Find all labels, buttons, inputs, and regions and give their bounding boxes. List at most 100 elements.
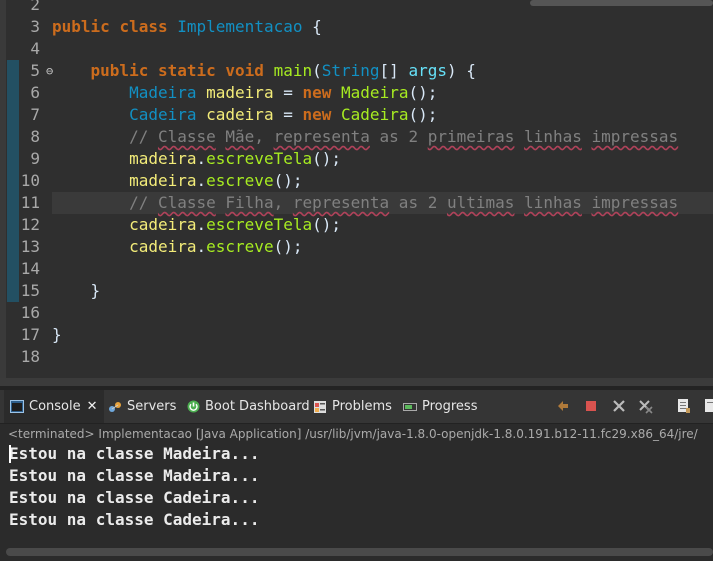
- comment-word: Classe: [157, 193, 216, 212]
- code-line-8-comment[interactable]: // Classe Mãe, representa as 2 primeiras…: [52, 126, 678, 148]
- console-process-description: <terminated> Implementacao [Java Applica…: [8, 427, 698, 441]
- keyword-public: public: [52, 17, 110, 36]
- dot: .: [196, 149, 207, 168]
- code-line-12[interactable]: cadeira.escreveTela();: [52, 214, 341, 236]
- tab-label: Boot Dashboard: [205, 399, 310, 414]
- dot: .: [196, 237, 207, 256]
- terminate-icon[interactable]: [583, 398, 599, 414]
- code-line-10[interactable]: madeira.escreve();: [52, 170, 302, 192]
- console-icon: [10, 400, 24, 414]
- progress-icon: [403, 400, 417, 414]
- variable-name: cadeira: [129, 237, 197, 256]
- line-number: 7: [30, 105, 40, 124]
- line-number: 17: [20, 325, 40, 344]
- code-line-15[interactable]: }: [52, 280, 101, 302]
- console-output-line: Estou na classe Cadeira...: [9, 510, 260, 529]
- remove-launch-icon[interactable]: [555, 398, 571, 414]
- method-name: escreve: [206, 237, 274, 256]
- comment-word: linhas: [524, 127, 582, 146]
- servers-icon: [108, 400, 122, 414]
- line-number: 10: [20, 171, 40, 190]
- code-text-area[interactable]: public class Implementacao { public stat…: [46, 0, 713, 378]
- comment-word: ultimas: [446, 193, 515, 212]
- brackets: []: [379, 61, 409, 80]
- method-name: main: [273, 61, 313, 80]
- tab-progress[interactable]: Progress: [403, 390, 477, 423]
- tab-label: Console: [29, 399, 81, 414]
- comment-text: [514, 193, 524, 212]
- constructor-name: Madeira: [341, 83, 409, 102]
- paren-brace: ) {: [446, 61, 476, 80]
- console-output-line: Estou na classe Cadeira...: [9, 488, 260, 507]
- view-tab-bar: Console ✕ Servers Boot Dashboard Problem…: [0, 390, 713, 424]
- type-name: Madeira: [129, 83, 197, 102]
- line-number: 18: [20, 347, 40, 366]
- keyword-void: void: [225, 61, 264, 80]
- code-line-5[interactable]: public static void main(String[] args) {: [52, 60, 476, 82]
- line-number: 11: [20, 193, 40, 212]
- variable-name: cadeira: [206, 105, 274, 124]
- code-line-11-comment[interactable]: // Classe Filha, representa as 2 ultimas…: [52, 192, 678, 214]
- comment-word: Filha: [225, 193, 274, 212]
- comment-text: ,: [273, 193, 293, 212]
- comment-text: ,: [254, 127, 274, 146]
- call-end: ();: [312, 149, 342, 168]
- dot: .: [196, 171, 207, 190]
- line-number: 13: [20, 237, 40, 256]
- comment-word: representa: [273, 127, 370, 146]
- closing-brace: }: [52, 325, 62, 344]
- code-line-17[interactable]: }: [52, 324, 62, 346]
- line-number: 3: [30, 17, 40, 36]
- tab-boot-dashboard[interactable]: Boot Dashboard: [186, 390, 310, 423]
- line-number: 2: [30, 0, 40, 14]
- line-number: 12: [20, 215, 40, 234]
- tab-problems[interactable]: Problems: [313, 390, 392, 423]
- remove-all-terminated-icon[interactable]: [638, 398, 654, 414]
- tab-label: Servers: [127, 399, 177, 414]
- call-end: ();: [408, 105, 438, 124]
- comment-word: impressas: [591, 127, 679, 146]
- clear-console-icon[interactable]: [676, 398, 692, 414]
- keyword-public: public: [90, 61, 149, 80]
- editor-horizontal-scrollbar[interactable]: [0, 378, 713, 386]
- operator: =: [273, 105, 303, 124]
- line-number: 16: [20, 303, 40, 322]
- remove-terminated-icon[interactable]: [611, 398, 627, 414]
- code-line-6[interactable]: Madeira madeira = new Madeira();: [52, 82, 437, 104]
- type-name: String: [321, 61, 380, 80]
- call-end: ();: [273, 237, 303, 256]
- problems-icon: [313, 400, 327, 414]
- keyword-new: new: [302, 105, 332, 124]
- change-ruler: [6, 0, 20, 378]
- close-icon[interactable]: ✕: [87, 399, 98, 414]
- line-number: 6: [30, 83, 40, 102]
- closing-brace: }: [90, 281, 101, 300]
- comment-lead: //: [129, 193, 158, 212]
- console-panel: Console ✕ Servers Boot Dashboard Problem…: [0, 390, 713, 561]
- scroll-lock-icon[interactable]: [702, 398, 713, 414]
- comment-word: representa: [292, 193, 390, 212]
- tab-servers[interactable]: Servers: [108, 390, 176, 423]
- code-line-7[interactable]: Cadeira cadeira = new Cadeira();: [52, 104, 437, 126]
- tab-console[interactable]: Console ✕: [4, 390, 104, 423]
- console-horizontal-scrollbar[interactable]: [6, 548, 713, 556]
- text-cursor: [9, 445, 11, 463]
- variable-name: madeira: [129, 171, 197, 190]
- paren: (: [312, 61, 322, 80]
- line-number: 4: [30, 39, 40, 58]
- code-editor[interactable]: 2 3 4 5 ⊖ 6 7 8 9 10 11 12 13 14 15 16 1…: [0, 0, 713, 378]
- code-line-9[interactable]: madeira.escreveTela();: [52, 148, 341, 170]
- comment-word: linhas: [524, 193, 582, 212]
- comment-word: impressas: [591, 193, 679, 212]
- code-line-3[interactable]: public class Implementacao {: [52, 16, 322, 38]
- keyword-new: new: [302, 83, 332, 102]
- call-end: ();: [312, 215, 342, 234]
- console-output-line: Estou na classe Madeira...: [9, 466, 260, 485]
- dot: .: [196, 215, 207, 234]
- line-number: 9: [30, 149, 40, 168]
- comment-word: Mãe: [225, 127, 255, 146]
- keyword-static: static: [157, 61, 216, 80]
- code-line-13[interactable]: cadeira.escreve();: [52, 236, 302, 258]
- constructor-name: Cadeira: [341, 105, 409, 124]
- line-number: 14: [20, 259, 40, 278]
